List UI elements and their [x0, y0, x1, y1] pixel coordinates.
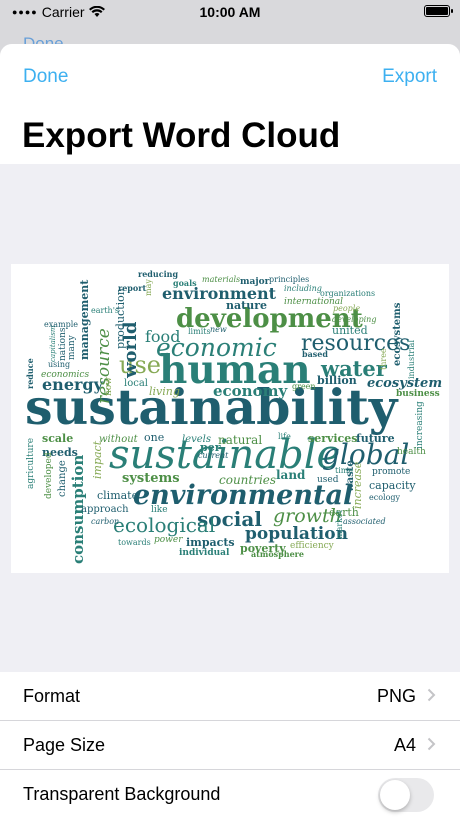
word-cloud-word: including — [284, 284, 322, 293]
word-cloud-word: future — [356, 432, 395, 445]
word-cloud-word: industrial — [407, 340, 416, 379]
word-cloud-word: now — [104, 377, 114, 396]
done-button[interactable]: Done — [23, 66, 68, 88]
export-sheet: Done Export Export Word Cloud sustainabi… — [0, 44, 460, 818]
navigation-bar: Done Export Export Word Cloud — [0, 44, 460, 164]
format-row[interactable]: Format PNG — [0, 672, 460, 721]
word-cloud-word: three — [379, 348, 388, 370]
word-cloud-word: major — [240, 277, 270, 287]
word-cloud-word: new — [210, 325, 227, 334]
export-button[interactable]: Export — [382, 66, 437, 88]
word-cloud-word: goals — [173, 278, 197, 288]
word-cloud-word: economy — [213, 382, 288, 400]
word-cloud-word: change — [57, 460, 68, 497]
word-cloud-word: one — [144, 431, 164, 444]
page-size-value: A4 — [393, 735, 416, 755]
word-cloud-word: economics — [41, 370, 89, 380]
word-cloud-word: time — [335, 466, 353, 475]
word-cloud-word: may — [144, 279, 153, 296]
battery-icon — [424, 5, 453, 17]
page-size-row[interactable]: Page Size A4 — [0, 721, 460, 770]
format-label: Format — [23, 686, 81, 706]
word-cloud-word: nations — [58, 327, 68, 361]
word-cloud-word: power — [154, 535, 183, 545]
word-cloud-word: materials — [202, 275, 240, 284]
word-cloud-word: management — [78, 279, 91, 360]
word-cloud-word: systems — [122, 471, 180, 486]
word-cloud-word: agriculture — [26, 438, 36, 489]
word-cloud-word: example — [44, 320, 78, 329]
word-cloud-word: food — [145, 327, 180, 346]
toggle-knob — [380, 780, 410, 810]
word-cloud-word: used — [317, 475, 339, 485]
word-cloud-word: current — [198, 451, 229, 460]
word-cloud-word: natural — [218, 433, 262, 447]
page-title: Export Word Cloud — [22, 116, 341, 155]
word-cloud-word: capitalism — [49, 325, 57, 362]
word-cloud-word: developed — [44, 452, 54, 499]
word-cloud-word: reduce — [25, 358, 35, 389]
clock: 10:00 AM — [199, 4, 261, 20]
word-cloud-word: production — [114, 288, 127, 349]
word-cloud-word: united — [332, 324, 368, 337]
word-cloud-word: international — [284, 297, 343, 307]
word-cloud-word: developing — [332, 315, 376, 324]
word-cloud-word: business — [396, 389, 440, 399]
page-size-label: Page Size — [23, 735, 106, 755]
word-cloud-word: life — [278, 432, 291, 441]
word-cloud-word: like — [151, 505, 168, 515]
word-cloud-word: countries — [219, 473, 276, 487]
word-cloud-word: local — [124, 378, 148, 389]
transparent-background-label: Transparent Background — [23, 784, 221, 804]
transparent-background-row: Transparent Background — [0, 770, 460, 818]
preview-area: sustainability sustainable human environmen… — [0, 164, 460, 672]
word-cloud-word: approach — [81, 504, 129, 515]
word-cloud-word: living — [149, 385, 180, 398]
word-cloud-word: reducing — [138, 269, 178, 279]
word-cloud-word: capacity — [369, 479, 416, 492]
word-cloud-word: many — [67, 334, 77, 360]
word-cloud-word: billion — [317, 374, 357, 387]
format-value: PNG — [376, 686, 416, 706]
word-cloud-word: without — [99, 434, 139, 445]
status-bar: ●●●● Carrier 10:00 AM — [0, 0, 460, 24]
word-cloud-word: report — [118, 283, 146, 293]
word-cloud-word: towards — [118, 538, 151, 547]
word-cloud-image: sustainabilitysustainablehumanenvironmen… — [25, 269, 442, 564]
word-cloud-word: increasing — [415, 401, 425, 449]
word-cloud-word: individual — [179, 548, 230, 558]
settings-list: Format PNG Page Size A4 Transparent Back… — [0, 672, 460, 818]
word-cloud-word: limits — [188, 327, 211, 336]
chevron-right-icon — [427, 737, 436, 751]
word-cloud-word: services — [308, 432, 357, 445]
word-cloud-word: impact — [91, 440, 104, 479]
word-cloud-word: principles — [269, 275, 309, 284]
word-cloud-word: earth's — [91, 306, 119, 315]
word-cloud-word: atmosphere — [251, 549, 304, 559]
word-cloud-word: land — [276, 468, 306, 482]
word-cloud-word: ecological — [113, 513, 215, 537]
word-cloud-word: ecosystems — [392, 302, 403, 366]
word-cloud-word: based — [302, 349, 328, 359]
word-cloud-word: nature — [226, 299, 267, 312]
word-cloud-word: associated — [343, 517, 386, 526]
word-cloud-preview: sustainability sustainable human environmen… — [11, 264, 449, 573]
word-cloud-word: green — [292, 382, 316, 391]
word-cloud-word: climate — [97, 489, 138, 502]
word-cloud-word: promote — [372, 467, 410, 477]
word-cloud-word: carbon — [91, 517, 119, 526]
word-cloud-word: ecology — [369, 493, 401, 502]
transparent-background-toggle[interactable] — [378, 778, 434, 812]
chevron-right-icon — [427, 688, 436, 702]
word-cloud-word: scale — [42, 432, 73, 445]
